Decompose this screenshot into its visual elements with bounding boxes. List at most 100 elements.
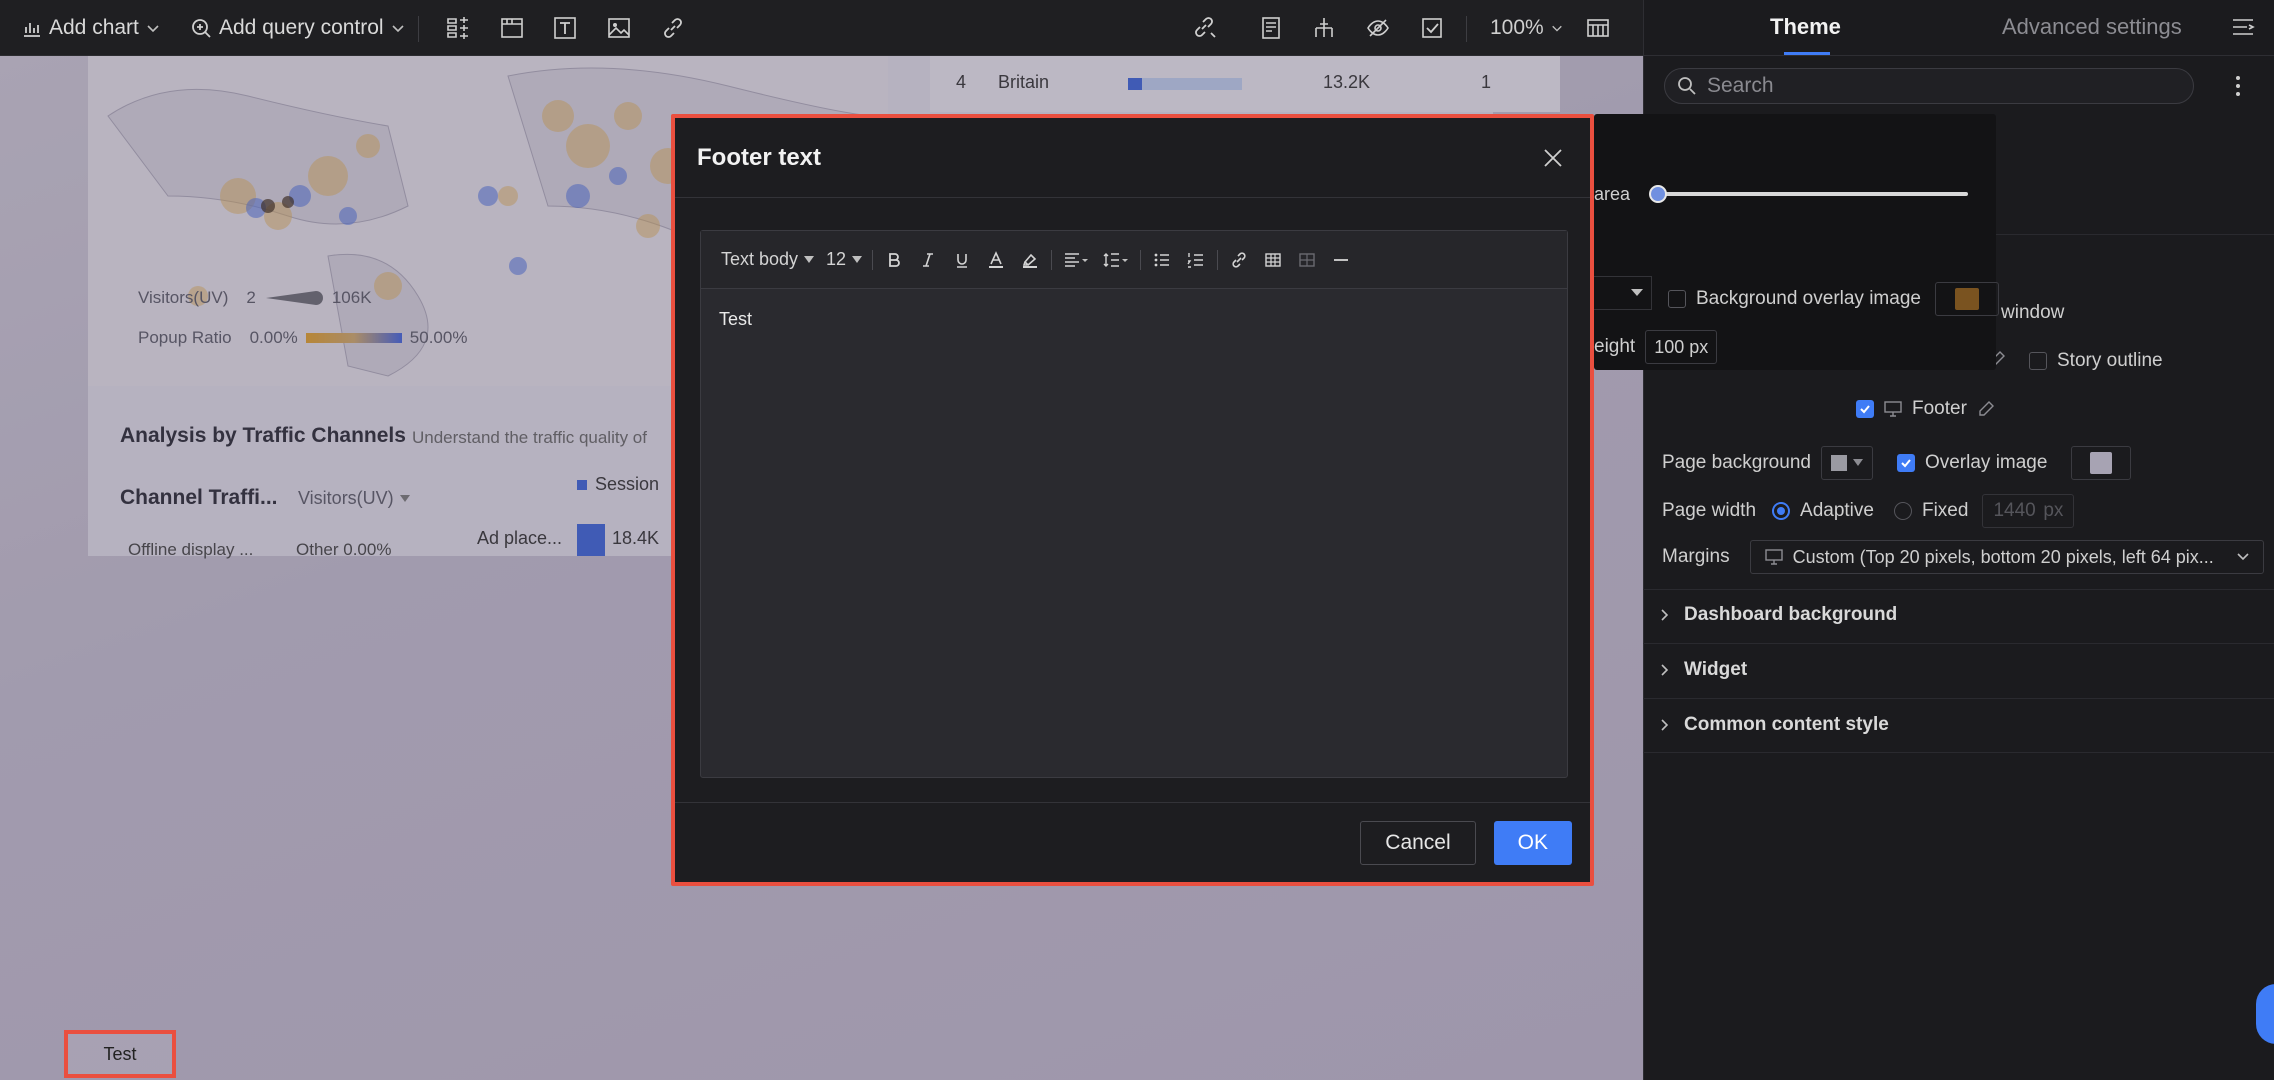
footer-text-dialog: Footer text Text body 12 Test Cancel OK (671, 114, 1594, 886)
common-content-style-section[interactable]: Common content style (1660, 714, 1889, 736)
background-overlay-option[interactable]: Background overlay image (1668, 282, 1999, 316)
highlight-icon[interactable] (1013, 243, 1047, 277)
height-label: eight (1594, 336, 1636, 357)
table-layout-icon[interactable] (1583, 13, 1613, 43)
common-content-style-label: Common content style (1684, 714, 1889, 735)
footer-option[interactable]: Footer (1856, 398, 1995, 420)
align-icon[interactable] (1056, 243, 1096, 277)
add-query-control-button[interactable]: Add query control (170, 0, 405, 56)
background-overlay-select[interactable] (1934, 282, 1999, 316)
margins-select[interactable]: Custom (Top 20 pixels, bottom 20 pixels,… (1749, 540, 2264, 574)
fixed-width-value: 1440 (1993, 500, 2036, 521)
story-outline-option[interactable]: Story outline (2029, 350, 2163, 372)
editor-text: Test (719, 309, 753, 329)
color-swatch (1830, 455, 1847, 471)
height-row: eight 100 px (1594, 330, 1718, 364)
window-label: window (2001, 302, 2064, 324)
text-box-icon[interactable] (550, 13, 580, 43)
image-icon[interactable] (604, 13, 634, 43)
toolbar-divider (418, 16, 419, 42)
caret-down-icon (1852, 459, 1863, 466)
checklist-icon[interactable] (1417, 13, 1447, 43)
line-height-icon[interactable] (1096, 243, 1136, 277)
bullet-list-icon[interactable] (1145, 243, 1179, 277)
caret-down-icon (1631, 289, 1643, 296)
numbered-list-icon[interactable] (1179, 243, 1213, 277)
height-input[interactable]: 100 px (1645, 330, 1718, 364)
close-icon[interactable] (1538, 143, 1568, 173)
fixed-radio[interactable] (1893, 502, 1912, 520)
report-icon[interactable] (1256, 13, 1286, 43)
layout-control-icon[interactable] (443, 13, 473, 43)
search-input[interactable]: Search (1664, 68, 2194, 104)
ok-button[interactable]: OK (1493, 820, 1572, 865)
assistant-button[interactable] (2256, 984, 2274, 1044)
cancel-button[interactable]: Cancel (1360, 820, 1476, 865)
toolbar-divider (1217, 249, 1219, 270)
editor-toolbar: Text body 12 (701, 231, 1567, 289)
monitor-icon (1764, 549, 1783, 565)
hide-preview-icon[interactable] (1363, 13, 1393, 43)
dialog-title: Footer text (697, 143, 822, 171)
add-chart-button[interactable]: Add chart (2, 0, 160, 56)
divider (1643, 589, 2274, 590)
menu-icon[interactable] (2230, 14, 2256, 40)
image-swatch (1954, 288, 1979, 310)
container-icon[interactable] (497, 13, 527, 43)
data-tree-icon[interactable] (1309, 13, 1339, 43)
footer-checkbox[interactable] (1856, 400, 1874, 418)
dashboard-background-section[interactable]: Dashboard background (1660, 604, 1897, 626)
area-label: area (1594, 184, 1631, 204)
text-style-select[interactable]: Text body (715, 243, 820, 277)
widget-section[interactable]: Widget (1660, 659, 1747, 681)
caret-down-icon (804, 255, 815, 263)
select-dropdown[interactable] (1594, 276, 1652, 310)
bold-icon[interactable] (877, 243, 911, 277)
footer-preview[interactable]: Test (64, 1030, 176, 1078)
underline-icon[interactable] (945, 243, 979, 277)
page-background-label: Page background (1662, 452, 1811, 473)
overlay-image-select[interactable] (2071, 446, 2132, 480)
background-overlay-checkbox[interactable] (1668, 290, 1686, 308)
horizontal-rule-icon[interactable] (1324, 243, 1358, 277)
overlay-image-checkbox[interactable] (1896, 454, 1915, 472)
adaptive-radio[interactable] (1772, 502, 1791, 520)
chevron-down-icon (392, 25, 404, 33)
page-width-row: Page width Adaptive Fixed 1440 px (1662, 494, 2075, 528)
merge-cells-icon[interactable] (1290, 243, 1324, 277)
fixed-label: Fixed (1921, 500, 1969, 521)
italic-icon[interactable] (911, 243, 945, 277)
fixed-width-input[interactable]: 1440 px (1982, 494, 2075, 528)
footer-label: Footer (1912, 398, 1967, 419)
page-background-color-select[interactable] (1820, 446, 1873, 480)
tab-theme[interactable]: Theme (1770, 14, 1841, 40)
fixed-width-unit: px (2043, 500, 2064, 521)
link-icon[interactable] (658, 13, 688, 43)
active-tab-indicator (1784, 52, 1830, 55)
image-swatch (2090, 452, 2113, 474)
margins-value: Custom (Top 20 pixels, bottom 20 pixels,… (1792, 546, 2214, 567)
rich-text-editor: Text body 12 Test (700, 230, 1568, 778)
tab-advanced-settings[interactable]: Advanced settings (2002, 14, 2182, 40)
dialog-footer: Cancel OK (675, 802, 1590, 882)
link-icon[interactable] (1222, 243, 1256, 277)
opacity-slider-track[interactable] (1656, 192, 1968, 196)
toolbar-divider (872, 249, 874, 270)
story-outline-checkbox[interactable] (2029, 352, 2047, 370)
table-icon[interactable] (1256, 243, 1290, 277)
editor-content[interactable]: Test (701, 289, 1567, 350)
font-size-select[interactable]: 12 (820, 243, 868, 277)
linkage-icon[interactable] (1190, 13, 1220, 43)
zoom-value: 100% (1490, 16, 1544, 39)
search-placeholder: Search (1707, 74, 1774, 97)
caret-down-icon (852, 255, 863, 263)
opacity-slider-handle[interactable] (1649, 185, 1667, 203)
panel-tabs: Theme Advanced settings (1644, 0, 2274, 56)
divider (1643, 643, 2274, 644)
font-color-icon[interactable] (979, 243, 1013, 277)
more-options-icon[interactable] (2234, 74, 2242, 98)
zoom-select[interactable]: 100% (1470, 0, 1563, 56)
font-size-value: 12 (826, 249, 847, 269)
adaptive-label: Adaptive (1800, 500, 1874, 521)
edit-icon[interactable] (1977, 400, 1995, 418)
